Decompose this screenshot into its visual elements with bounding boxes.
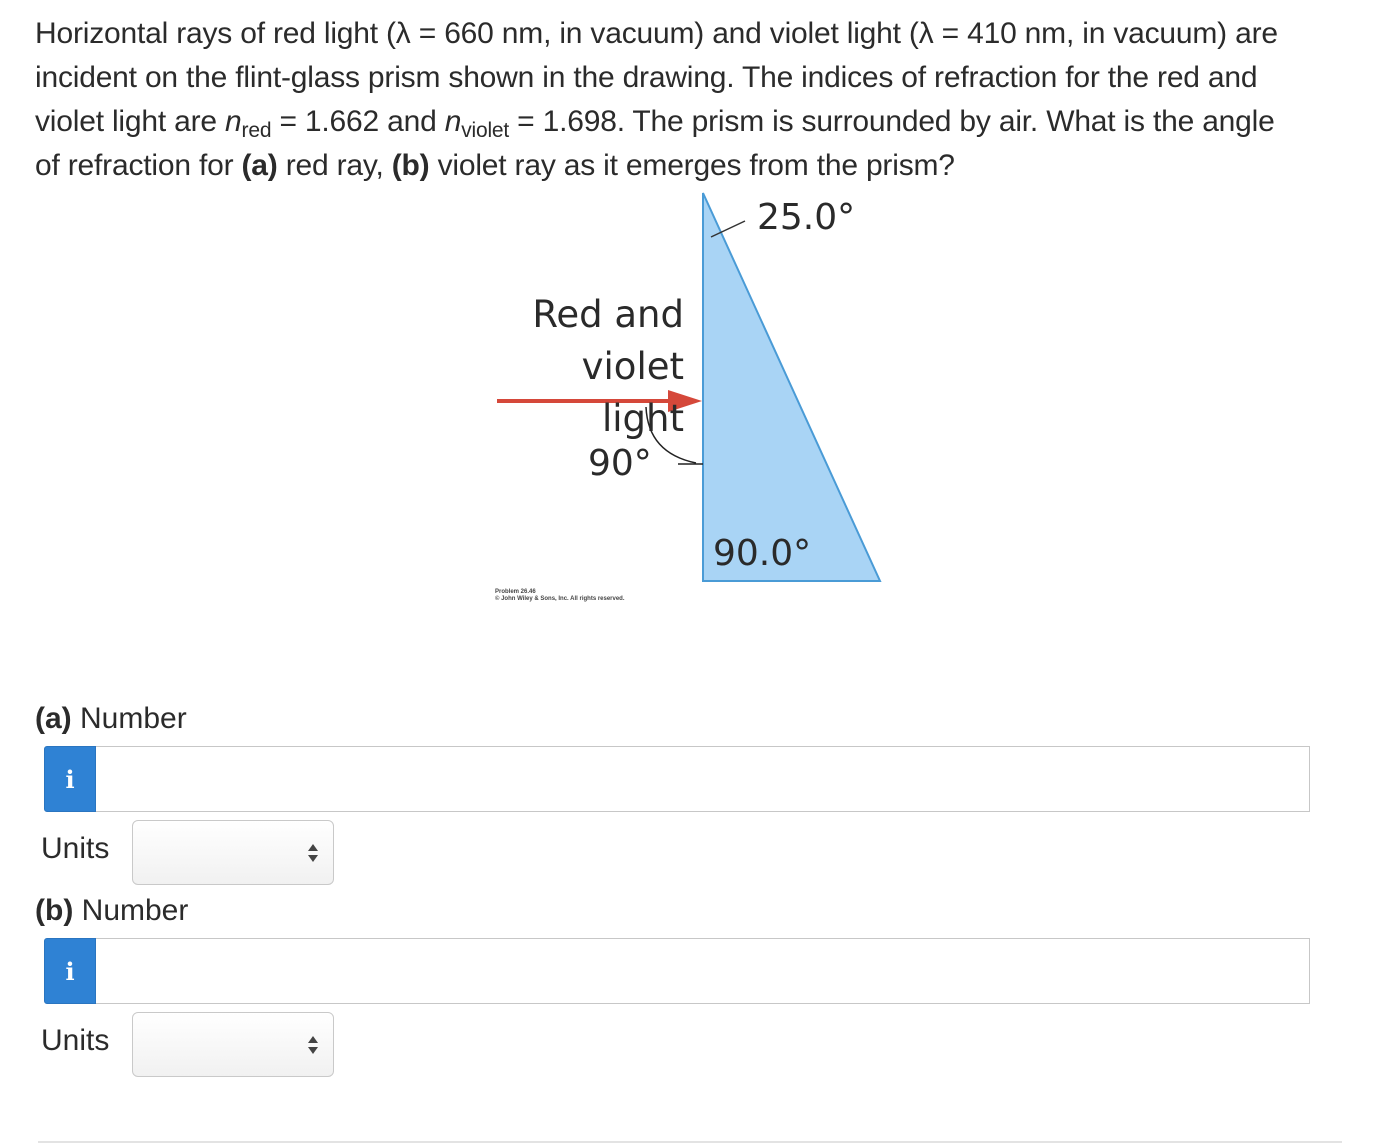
problem-line-2: incident on the flint-glass prism shown … (35, 61, 1258, 94)
part-b-units-select[interactable] (132, 1012, 334, 1077)
problem-text: of refraction for (35, 149, 242, 182)
part-b-units-label: Units (41, 1024, 110, 1057)
problem-line-3: violet light are nred = 1.662 and nviole… (35, 100, 1365, 144)
n-symbol: n (225, 105, 242, 138)
part-b-answer-row: i (44, 938, 1310, 1004)
problem-line-4: of refraction for (a) red ray, (b) viole… (35, 144, 1365, 188)
problem-line-1: Horizontal rays of red light (λ = 660 nm… (35, 17, 1278, 50)
part-a-number-input[interactable] (96, 746, 1310, 812)
info-icon[interactable]: i (44, 938, 96, 1004)
part-b-tag: (b) (35, 894, 74, 927)
select-arrows-icon (308, 1036, 318, 1054)
info-icon[interactable]: i (44, 746, 96, 812)
problem-text: red ray, (277, 149, 392, 182)
credit-line-1: Problem 26.46 (495, 589, 536, 595)
problem-text: violet ray as it emerges from the prism? (429, 149, 955, 182)
prism-figure: 25.0° Red and violet light 90° 90.0° Pro… (470, 185, 890, 625)
part-a-tag: (a) (241, 149, 278, 182)
apex-angle-label: 25.0° (757, 197, 856, 238)
problem-statement: Horizontal rays of red light (λ = 660 nm… (35, 12, 1365, 188)
part-b-number-input[interactable] (96, 938, 1310, 1004)
n-symbol: n (444, 105, 462, 138)
prism (702, 192, 882, 582)
part-b-label: (b) Number (35, 894, 188, 928)
part-a-tag: (a) (35, 702, 72, 735)
incidence-angle-label: 90° (588, 443, 652, 484)
divider (38, 1141, 1342, 1143)
problem-text: = 1.662 and (271, 105, 445, 138)
part-b-tag: (b) (391, 149, 430, 182)
subscript-violet: violet (461, 119, 510, 142)
figure-credit: Problem 26.46 © John Wiley & Sons, Inc. … (495, 589, 625, 603)
part-a-label: (a) Number (35, 702, 187, 736)
part-a-units-label: Units (41, 832, 110, 865)
credit-line-2: © John Wiley & Sons, Inc. All rights res… (495, 596, 625, 602)
light-label-line-2: violet light (581, 345, 684, 440)
light-label: Red and violet light (494, 289, 684, 445)
part-a-answer-row: i (44, 746, 1310, 812)
select-arrows-icon (308, 844, 318, 862)
part-a-units-select[interactable] (132, 820, 334, 885)
right-angle-label: 90.0° (713, 533, 812, 574)
part-b-number-label: Number (81, 894, 189, 927)
part-a-number-label: Number (80, 702, 187, 735)
problem-text: = 1.698. The prism is surrounded by air.… (509, 105, 1275, 138)
subscript-red: red (241, 119, 272, 142)
light-label-line-1: Red and (532, 293, 684, 336)
problem-text: violet light are (35, 105, 226, 138)
